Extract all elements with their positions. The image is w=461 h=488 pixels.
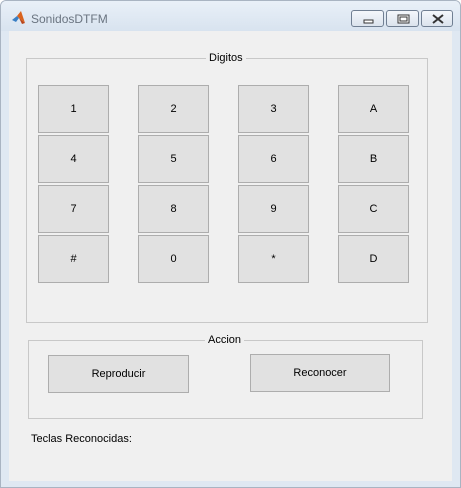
title-bar[interactable]: SonidosDTFM bbox=[1, 1, 460, 31]
key-b-button[interactable]: B bbox=[338, 135, 409, 183]
key-2-button[interactable]: 2 bbox=[138, 85, 209, 133]
key-hash-button[interactable]: # bbox=[38, 235, 109, 283]
window-title: SonidosDTFM bbox=[31, 12, 108, 26]
key-star-button[interactable]: * bbox=[238, 235, 309, 283]
key-3-button[interactable]: 3 bbox=[238, 85, 309, 133]
key-0-button[interactable]: 0 bbox=[138, 235, 209, 283]
key-c-button[interactable]: C bbox=[338, 185, 409, 233]
close-button[interactable] bbox=[421, 10, 453, 27]
figure-client-area: Digitos 1 2 3 A 4 5 6 B 7 8 9 C # 0 * D … bbox=[9, 31, 452, 481]
key-7-button[interactable]: 7 bbox=[38, 185, 109, 233]
key-d-button[interactable]: D bbox=[338, 235, 409, 283]
minimize-icon bbox=[363, 19, 374, 24]
matlab-icon bbox=[11, 10, 27, 26]
minimize-button[interactable] bbox=[351, 10, 384, 27]
key-1-button[interactable]: 1 bbox=[38, 85, 109, 133]
key-4-button[interactable]: 4 bbox=[38, 135, 109, 183]
key-8-button[interactable]: 8 bbox=[138, 185, 209, 233]
maximize-button[interactable] bbox=[386, 10, 419, 27]
key-6-button[interactable]: 6 bbox=[238, 135, 309, 183]
key-a-button[interactable]: A bbox=[338, 85, 409, 133]
recognize-button[interactable]: Reconocer bbox=[250, 354, 390, 392]
key-9-button[interactable]: 9 bbox=[238, 185, 309, 233]
recognized-keys-label: Teclas Reconocidas: bbox=[31, 433, 132, 445]
action-panel-title: Accion bbox=[205, 334, 245, 347]
close-icon bbox=[432, 14, 444, 24]
play-button[interactable]: Reproducir bbox=[48, 355, 189, 393]
app-window: SonidosDTFM Digitos 1 2 3 A 4 5 6 B 7 8 … bbox=[0, 0, 461, 488]
key-5-button[interactable]: 5 bbox=[138, 135, 209, 183]
digits-panel-title: Digitos bbox=[206, 52, 246, 65]
maximize-icon bbox=[397, 14, 410, 24]
